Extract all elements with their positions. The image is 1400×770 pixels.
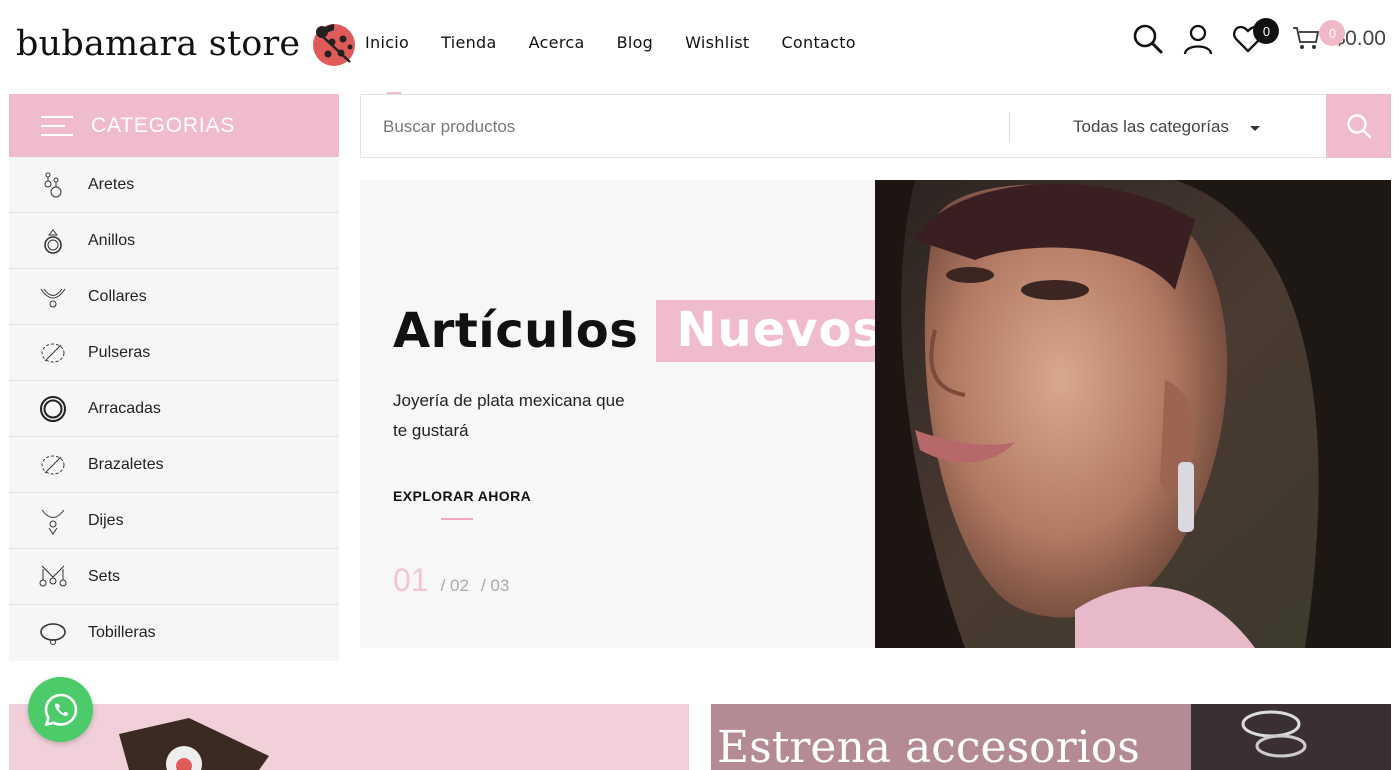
search-icon[interactable]	[1131, 22, 1165, 56]
set-icon	[39, 563, 67, 591]
nav-inicio[interactable]: Inicio	[365, 33, 409, 52]
category-item-anillos[interactable]: Anillos	[9, 213, 339, 269]
category-label: Sets	[88, 567, 121, 585]
hero-title: Artículos	[393, 303, 639, 359]
whatsapp-icon	[44, 693, 77, 726]
nav-acerca[interactable]: Acerca	[529, 33, 585, 52]
bangle-icon	[39, 451, 67, 479]
promo-banner-left[interactable]	[9, 704, 689, 770]
wishlist-icon[interactable]: 0	[1231, 18, 1280, 56]
whatsapp-button[interactable]	[28, 677, 93, 742]
category-item-collares[interactable]: Collares	[9, 269, 339, 325]
category-label: Aretes	[88, 175, 135, 193]
slide-3[interactable]: / 03	[481, 576, 509, 596]
search-icon	[1346, 114, 1371, 139]
logo[interactable]: bubamara store	[16, 20, 358, 68]
nav-blog[interactable]: Blog	[617, 33, 654, 52]
hero-photo	[875, 180, 1391, 648]
categories-list: Aretes Anillos Collares Pulseras Arracad…	[9, 157, 339, 661]
category-label: Pulseras	[88, 343, 151, 361]
chevron-down-icon[interactable]	[1250, 126, 1260, 131]
hero-headline: Artículos Nuevos	[393, 300, 903, 362]
nav-contacto[interactable]: Contacto	[781, 33, 855, 52]
bracelet-icon	[39, 339, 67, 367]
category-label: Arracadas	[88, 399, 161, 417]
hero-subtitle: Joyería de plata mexicana que te gustará	[393, 391, 625, 440]
hoop-icon	[39, 395, 67, 423]
slide-pager: 01 / 02 / 03	[393, 562, 509, 599]
slide-2[interactable]: / 02	[441, 576, 469, 596]
header-actions: 0 0 $0.00	[1115, 18, 1386, 56]
pendant-icon	[39, 507, 67, 535]
category-item-pulseras[interactable]: Pulseras	[9, 325, 339, 381]
search-button[interactable]	[1326, 94, 1391, 158]
category-select[interactable]: Todas las categorías	[1073, 117, 1229, 137]
category-item-arracadas[interactable]: Arracadas	[9, 381, 339, 437]
user-icon[interactable]	[1181, 22, 1215, 56]
ring-icon	[39, 227, 67, 255]
category-item-brazaletes[interactable]: Brazaletes	[9, 437, 339, 493]
logo-text[interactable]: bubamara store	[16, 24, 300, 64]
banner-title: Estrena accesorios	[717, 722, 1140, 770]
cta-underline	[441, 518, 473, 520]
category-item-aretes[interactable]: Aretes	[9, 157, 339, 213]
category-label: Brazaletes	[88, 455, 164, 473]
category-label: Dijes	[88, 511, 124, 529]
category-item-dijes[interactable]: Dijes	[9, 493, 339, 549]
category-label: Collares	[88, 287, 147, 305]
earring-icon	[39, 171, 67, 199]
hero-title-highlight: Nuevos	[656, 300, 903, 362]
nav-wishlist[interactable]: Wishlist	[685, 33, 749, 52]
explore-button[interactable]: EXPLORAR AHORA	[393, 488, 531, 504]
search-input[interactable]: Buscar productos	[383, 117, 515, 137]
category-item-sets[interactable]: Sets	[9, 549, 339, 605]
ladybug-icon	[313, 24, 356, 66]
necklace-icon	[39, 283, 67, 311]
hero-text: Artículos Nuevos Joyería de plata mexica…	[393, 300, 903, 520]
slide-current[interactable]: 01	[393, 562, 429, 599]
site-header: bubamara store Inicio Tienda Acerca Blog…	[0, 0, 1400, 90]
promo-banner-right[interactable]: Estrena accesorios	[711, 704, 1391, 770]
product-search-bar: Buscar productos Todas las categorías	[360, 94, 1391, 158]
product-box-image	[119, 718, 269, 770]
anklet-icon	[39, 619, 67, 647]
search-divider	[1009, 112, 1010, 142]
cart-icon[interactable]: 0	[1291, 20, 1346, 56]
main-nav: Inicio Tienda Acerca Blog Wishlist Conta…	[365, 33, 888, 52]
wishlist-count-badge: 0	[1253, 18, 1280, 44]
menu-icon	[41, 115, 73, 136]
categories-header[interactable]: CATEGORIAS	[9, 94, 339, 157]
categories-title: CATEGORIAS	[91, 113, 236, 137]
categories-panel: CATEGORIAS Aretes Anillos Collares Pulse…	[9, 94, 339, 661]
category-label: Anillos	[88, 231, 136, 249]
nav-tienda[interactable]: Tienda	[441, 33, 496, 52]
hero-slider: Artículos Nuevos Joyería de plata mexica…	[360, 180, 1391, 648]
category-item-tobilleras[interactable]: Tobilleras	[9, 605, 339, 661]
category-label: Tobilleras	[88, 624, 156, 641]
